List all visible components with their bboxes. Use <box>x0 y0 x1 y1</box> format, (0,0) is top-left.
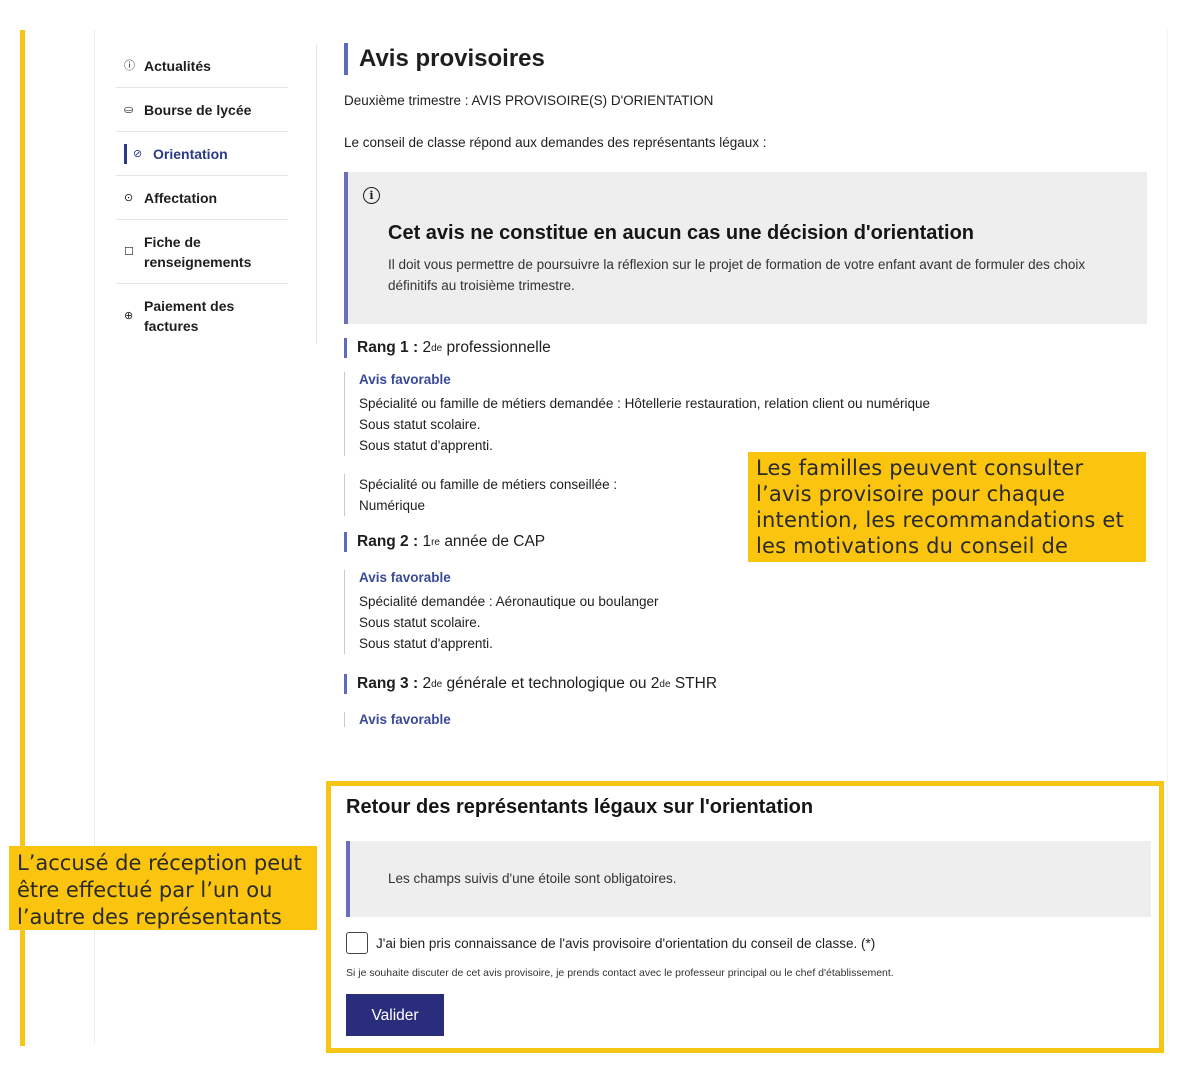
rang-level-sup: de <box>431 342 443 354</box>
annotation-text: L’accusé de réception peut être effectué… <box>17 851 302 929</box>
rang-formation: année de CAP <box>444 533 546 550</box>
target-icon: ⊙ <box>124 192 134 204</box>
avis-status: Avis favorable <box>359 570 451 585</box>
label-line-1: Fiche de <box>144 234 201 250</box>
sidebar-item-bourse[interactable]: ⛀ Bourse de lycée <box>116 88 288 132</box>
intro-text: Le conseil de classe répond aux demandes… <box>344 135 767 150</box>
info-circle-icon: ⓘ <box>124 60 135 72</box>
rang-label: Rang 1 : <box>357 339 419 356</box>
sidebar-item-label: Paiement des factures <box>144 296 234 336</box>
avis-line: Spécialité ou famille de métiers demandé… <box>359 396 931 411</box>
payment-icon: ⊕ <box>124 310 134 322</box>
sidebar-item-paiement-factures[interactable]: ⊕ Paiement des factures <box>116 284 288 347</box>
rang-accent-bar <box>344 532 347 552</box>
sidebar-item-label: Orientation <box>153 146 228 162</box>
contact-hint: Si je souhaite discuter de cet avis prov… <box>346 967 894 979</box>
avis-status: Avis favorable <box>359 712 451 727</box>
info-callout: i Cet avis ne constitue en aucun cas une… <box>344 172 1147 324</box>
rang-formation: professionnelle <box>446 339 551 356</box>
info-icon: i <box>363 187 380 204</box>
callout-title: Cet avis ne constitue en aucun cas une d… <box>388 222 974 244</box>
label-line-2: factures <box>144 318 199 334</box>
sidebar-item-label: Fiche de renseignements <box>144 232 251 272</box>
rang-3-heading: Rang 3 : 2 de générale et technologique o… <box>344 674 1147 694</box>
rang-2-avis: Avis favorable Spécialité demandée : Aér… <box>344 570 1147 654</box>
acknowledge-checkbox[interactable] <box>346 932 368 954</box>
rang-accent-bar <box>344 674 347 694</box>
rang-label: Rang 2 : <box>357 533 419 550</box>
annotation-text: Les familles peuvent consulter l’avis pr… <box>756 456 1124 562</box>
rang-formation: STHR <box>674 675 718 692</box>
page-title-text: Avis provisoires <box>359 45 545 72</box>
callout-text: Il doit vous permettre de poursuivre la … <box>388 257 1086 293</box>
sidebar-item-label: Bourse de lycée <box>144 102 252 118</box>
acknowledge-checkbox-row[interactable]: J'ai bien pris connaissance de l'avis pr… <box>346 932 875 954</box>
rang-level: 1 <box>422 533 432 550</box>
avis-line: Sous statut scolaire. <box>359 417 481 432</box>
rang-level: 2 <box>422 339 432 356</box>
active-indicator <box>124 144 127 164</box>
valider-button[interactable]: Valider <box>346 994 444 1036</box>
retour-title: Retour des représentants légaux sur l'or… <box>346 796 814 818</box>
label-line-1: Paiement des <box>144 298 235 314</box>
sidebar-item-actualites[interactable]: ⓘ Actualités <box>116 44 288 88</box>
rang-level: 2 <box>422 675 432 692</box>
rang-label: Rang 3 : <box>357 675 419 692</box>
main-content: Avis provisoires Deuxième trimestre : AV… <box>344 42 1147 727</box>
mandatory-note-text: Les champs suivis d'une étoile sont obli… <box>388 871 677 886</box>
sidebar-item-label: Actualités <box>144 58 211 74</box>
rang-level-sup: de <box>659 678 671 690</box>
sidebar-divider <box>316 44 317 344</box>
sidebar-item-label: Affectation <box>144 190 218 206</box>
rang-formation: générale et technologique ou 2 <box>446 675 660 692</box>
sidebar-nav: ⓘ Actualités ⛀ Bourse de lycée ⊘ Orienta… <box>116 44 288 347</box>
annotation-callout-left: L’accusé de réception peut être effectué… <box>9 846 317 930</box>
avis-line: Sous statut d'apprenti. <box>359 636 493 651</box>
rang-3-avis: Avis favorable <box>344 712 1147 727</box>
sidebar-item-fiche-renseignements[interactable]: ☐ Fiche de renseignements <box>116 220 288 284</box>
mandatory-fields-notice: Les champs suivis d'une étoile sont obli… <box>346 841 1151 917</box>
rang-level-sup: re <box>431 536 440 548</box>
avis-line: Sous statut scolaire. <box>359 615 481 630</box>
sidebar-item-affectation[interactable]: ⊙ Affectation <box>116 176 288 220</box>
compass-icon: ⊘ <box>133 148 143 160</box>
edit-file-icon: ☐ <box>124 246 134 258</box>
avis-status: Avis favorable <box>359 372 451 387</box>
page-title: Avis provisoires <box>344 42 1147 76</box>
title-accent-bar <box>344 43 348 75</box>
retour-representants-section: Retour des représentants légaux sur l'or… <box>326 781 1164 1053</box>
hands-coins-icon: ⛀ <box>124 104 134 116</box>
rang-level-sup: de <box>431 678 443 690</box>
trimester-subtitle: Deuxième trimestre : AVIS PROVISOIRE(S) … <box>344 93 714 108</box>
sidebar-item-orientation[interactable]: ⊘ Orientation <box>116 132 288 176</box>
rang-1-heading: Rang 1 : 2 de professionnelle <box>344 338 1147 358</box>
avis-line: Spécialité demandée : Aéronautique ou bo… <box>359 594 659 609</box>
annotation-callout-right: Les familles peuvent consulter l’avis pr… <box>748 452 1146 562</box>
acknowledge-checkbox-label[interactable]: J'ai bien pris connaissance de l'avis pr… <box>376 936 875 951</box>
label-line-2: renseignements <box>144 254 252 270</box>
rang-1-avis: Avis favorable Spécialité ou famille de … <box>344 372 1147 456</box>
rang-accent-bar <box>344 338 347 358</box>
